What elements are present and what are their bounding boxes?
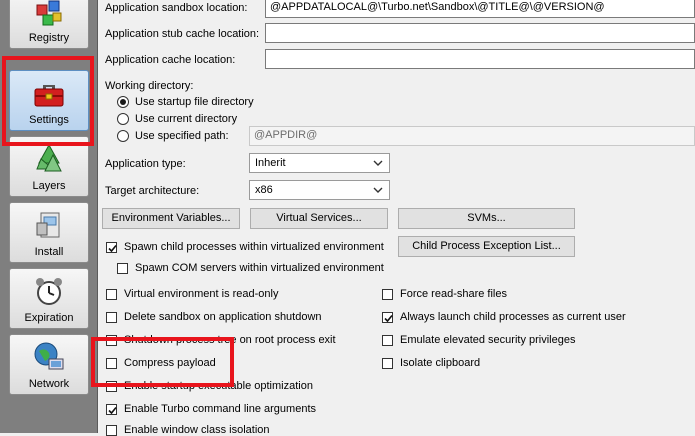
radio-dot[interactable]: [117, 130, 129, 142]
sidebar-item-label: Settings: [29, 114, 69, 126]
radio-startup-dir[interactable]: Use startup file directory: [117, 96, 254, 108]
stub-cache-label: Application stub cache location:: [105, 28, 260, 40]
radio-current-dir[interactable]: Use current directory: [117, 113, 237, 125]
target-arch-value: x86: [255, 184, 273, 196]
sidebar-item-settings[interactable]: Settings: [9, 70, 89, 131]
sidebar-item-registry[interactable]: Registry: [9, 0, 89, 49]
target-arch-select[interactable]: x86: [249, 180, 390, 200]
checkbox-box[interactable]: [117, 262, 128, 274]
app-type-value: Inherit: [255, 157, 286, 169]
checkbox-box[interactable]: [382, 357, 393, 369]
cmdline-args-checkbox[interactable]: Enable Turbo command line arguments: [106, 403, 316, 415]
checkbox-label: Delete sandbox on application shutdown: [124, 311, 322, 323]
shutdown-tree-checkbox[interactable]: Shutdown process tree on root process ex…: [106, 334, 336, 346]
launch-current-user-checkbox[interactable]: Always launch child processes as current…: [382, 311, 626, 323]
app-cache-field[interactable]: [265, 49, 695, 69]
isolate-clipboard-checkbox[interactable]: Isolate clipboard: [382, 357, 480, 369]
emulate-elevated-checkbox[interactable]: Emulate elevated security privileges: [382, 334, 575, 346]
sidebar: Registry Settings Layers Install Expirat…: [0, 0, 98, 433]
checkbox-box[interactable]: [106, 357, 117, 369]
radio-specified-path[interactable]: Use specified path:: [117, 130, 229, 142]
checkbox-label: Force read-share files: [400, 288, 507, 300]
delete-sandbox-checkbox[interactable]: Delete sandbox on application shutdown: [106, 311, 322, 323]
target-arch-label: Target architecture:: [105, 185, 200, 197]
checkbox-box[interactable]: [106, 403, 117, 415]
checkmark-icon: [108, 406, 117, 414]
checkbox-box[interactable]: [106, 334, 117, 346]
checkbox-box[interactable]: [106, 241, 117, 253]
spawn-child-checkbox[interactable]: Spawn child processes within virtualized…: [106, 241, 384, 253]
read-only-checkbox[interactable]: Virtual environment is read-only: [106, 288, 278, 300]
sandbox-location-field[interactable]: @APPDATALOCAL@\Turbo.net\Sandbox\@TITLE@…: [265, 0, 695, 18]
install-icon: [36, 212, 60, 238]
checkbox-box[interactable]: [382, 334, 393, 346]
radio-label: Use specified path:: [135, 130, 229, 142]
specified-path-field[interactable]: @APPDIR@: [249, 126, 695, 146]
window-class-checkbox[interactable]: Enable window class isolation: [106, 424, 270, 436]
checkbox-label: Enable window class isolation: [124, 424, 270, 436]
checkbox-box[interactable]: [106, 288, 117, 300]
svms-button[interactable]: SVMs...: [398, 208, 575, 229]
checkbox-label: Isolate clipboard: [400, 357, 481, 369]
compress-payload-checkbox[interactable]: Compress payload: [106, 357, 216, 369]
checkbox-box[interactable]: [382, 311, 393, 323]
radio-label: Use startup file directory: [135, 96, 254, 108]
checkbox-label: Enable Turbo command line arguments: [124, 403, 316, 415]
chevron-down-icon: [373, 160, 383, 166]
sidebar-item-label: Registry: [28, 32, 70, 44]
virtual-services-button[interactable]: Virtual Services...: [250, 208, 388, 229]
checkbox-label: Virtual environment is read-only: [124, 288, 279, 300]
settings-panel: Application sandbox location: @APPDATALO…: [91, 0, 695, 436]
checkmark-icon: [384, 314, 393, 322]
checkbox-label: Enable startup executable optimization: [124, 380, 313, 392]
layers-icon: [36, 143, 62, 172]
sidebar-item-label: Expiration: [24, 312, 74, 324]
sidebar-item-install[interactable]: Install: [9, 202, 89, 263]
registry-icon: [36, 0, 62, 26]
checkbox-label: Compress payload: [124, 357, 216, 369]
stub-cache-field[interactable]: [265, 23, 695, 43]
working-dir-label: Working directory:: [105, 80, 194, 92]
checkbox-label: Shutdown process tree on root process ex…: [124, 334, 336, 346]
startup-optimization-checkbox[interactable]: Enable startup executable optimization: [106, 380, 313, 392]
checkbox-label: Spawn child processes within virtualized…: [124, 241, 384, 253]
checkbox-label: Spawn COM servers within virtualized env…: [135, 262, 384, 274]
sidebar-item-label: Install: [34, 246, 64, 258]
toolbox-icon: [34, 85, 64, 107]
sidebar-item-label: Layers: [32, 180, 66, 192]
checkmark-icon: [108, 244, 117, 252]
sidebar-item-network[interactable]: Network: [9, 334, 89, 395]
sandbox-location-label: Application sandbox location:: [105, 2, 248, 14]
checkbox-label: Always launch child processes as current…: [400, 311, 626, 323]
sidebar-item-expiration[interactable]: Expiration: [9, 268, 89, 329]
checkbox-box[interactable]: [106, 311, 117, 323]
radio-dot[interactable]: [117, 96, 129, 108]
sidebar-item-layers[interactable]: Layers: [9, 136, 89, 197]
child-process-exception-button[interactable]: Child Process Exception List...: [398, 236, 575, 257]
spawn-com-checkbox[interactable]: Spawn COM servers within virtualized env…: [117, 262, 384, 274]
globe-icon: [34, 342, 64, 370]
radio-dot[interactable]: [117, 113, 129, 125]
checkbox-box[interactable]: [106, 380, 117, 392]
chevron-down-icon: [373, 187, 383, 193]
environment-variables-button[interactable]: Environment Variables...: [102, 208, 240, 229]
radio-label: Use current directory: [135, 113, 238, 125]
checkbox-box[interactable]: [382, 288, 393, 300]
checkbox-label: Emulate elevated security privileges: [400, 334, 576, 346]
force-read-share-checkbox[interactable]: Force read-share files: [382, 288, 507, 300]
app-type-label: Application type:: [105, 158, 186, 170]
sidebar-item-label: Network: [28, 378, 70, 390]
alarm-clock-icon: [36, 278, 62, 305]
app-type-select[interactable]: Inherit: [249, 153, 390, 173]
app-cache-label: Application cache location:: [105, 54, 236, 66]
checkbox-box[interactable]: [106, 424, 117, 436]
